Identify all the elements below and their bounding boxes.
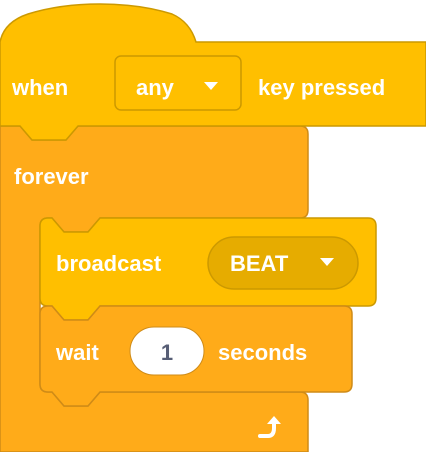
wait-label: wait bbox=[55, 340, 99, 365]
seconds-label: seconds bbox=[218, 340, 307, 365]
wait-duration-value: 1 bbox=[161, 340, 173, 365]
broadcast-message-dropdown[interactable]: BEAT bbox=[207, 236, 359, 290]
when-key-pressed-hat-block[interactable]: when any key pressed bbox=[0, 3, 426, 141]
wait-duration-input[interactable]: 1 bbox=[129, 326, 205, 376]
when-label: when bbox=[11, 75, 68, 100]
broadcast-label: broadcast bbox=[56, 251, 162, 276]
broadcast-message-value: BEAT bbox=[230, 251, 289, 276]
broadcast-block[interactable]: broadcast BEAT bbox=[39, 217, 377, 321]
key-dropdown-value: any bbox=[136, 75, 175, 100]
wait-block[interactable]: wait 1 seconds bbox=[39, 305, 353, 407]
script-canvas: forever broadcast BEAT wait 1 seconds wh… bbox=[0, 3, 426, 452]
key-pressed-label: key pressed bbox=[258, 75, 385, 100]
forever-label: forever bbox=[14, 164, 89, 189]
key-dropdown[interactable]: any bbox=[114, 55, 242, 111]
